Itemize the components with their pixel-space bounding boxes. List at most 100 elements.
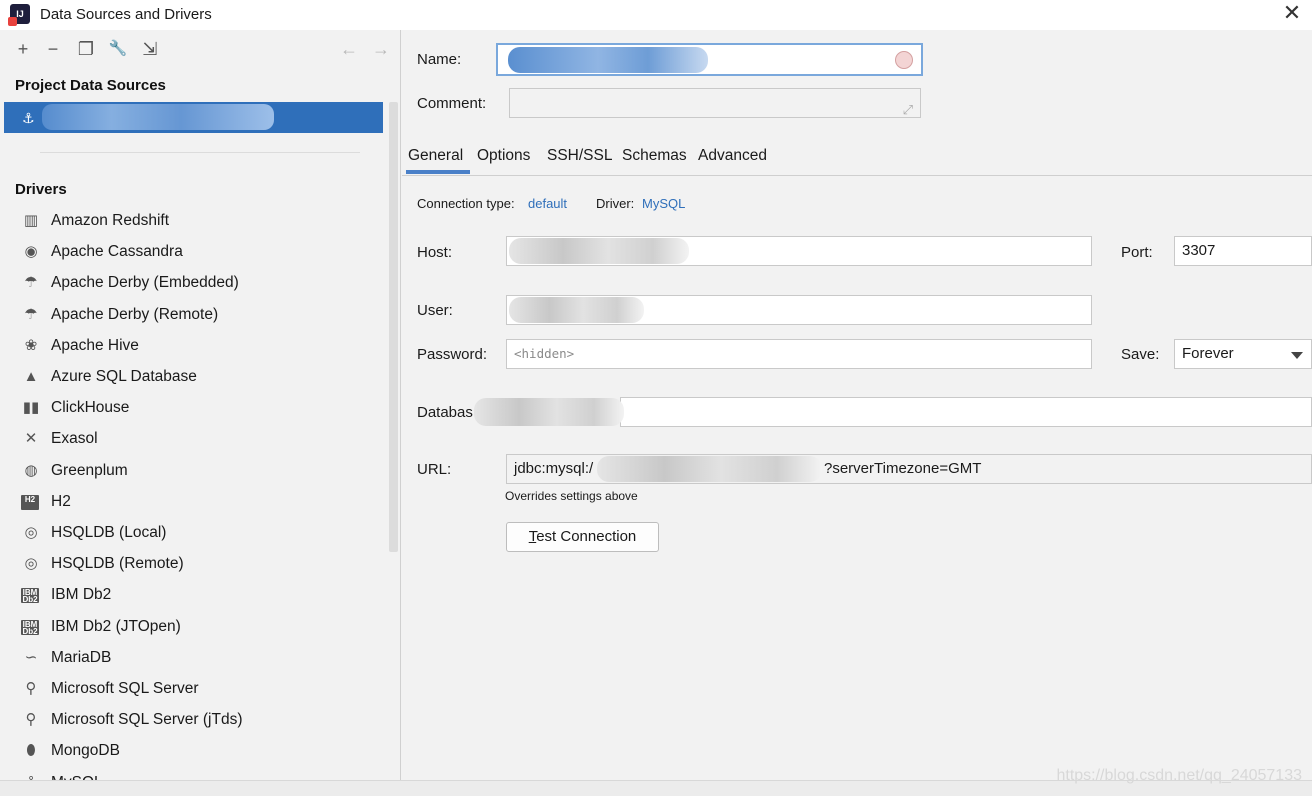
chevron-down-icon <box>1291 352 1303 359</box>
exasol-icon: ✕ <box>24 430 38 448</box>
tab-general[interactable]: General <box>408 147 463 165</box>
azure-icon: ▲ <box>23 368 39 385</box>
driver-item[interactable]: H2 H2 <box>0 487 385 518</box>
database-field[interactable] <box>620 397 1312 427</box>
test-connection-button[interactable]: Test Connection <box>506 522 659 552</box>
url-hint: Overrides settings above <box>505 489 638 503</box>
url-suffix: ?serverTimezone=GMT <box>824 460 982 477</box>
driver-label: Apache Hive <box>51 336 139 354</box>
amazon-redshift-icon: ▥ <box>23 212 39 229</box>
expand-icon[interactable]: ⤢ <box>903 96 913 124</box>
connection-type-label: Connection type: <box>417 196 515 211</box>
driver-item[interactable]: ⬮ MongoDB <box>0 736 385 767</box>
color-picker-dot[interactable] <box>895 51 913 69</box>
hive-icon: ❀ <box>24 336 38 354</box>
add-icon[interactable]: + <box>12 38 34 60</box>
driver-item[interactable]: ☂ Apache Derby (Remote) <box>0 300 385 331</box>
name-label: Name: <box>417 51 462 68</box>
wrench-icon[interactable]: 🔧 <box>107 38 129 60</box>
driver-item[interactable]: ⚲ Microsoft SQL Server (jTds) <box>0 705 385 736</box>
driver-item[interactable]: ✕ Exasol <box>0 424 385 455</box>
watermark-text: https://blog.csdn.net/qq_24057133 <box>1056 767 1302 784</box>
url-label: URL: <box>417 461 452 478</box>
data-sources-sidebar: + − ❐ 🔧 ⇲ ← → Project Data Sources ⚓ Dri… <box>0 30 401 780</box>
driver-item[interactable]: IBM Db2 IBM Db2 <box>0 580 385 611</box>
import-icon[interactable]: ⇲ <box>139 38 161 60</box>
database-label: Databas <box>417 404 473 421</box>
back-arrow-icon[interactable]: ← <box>338 38 360 60</box>
driver-label: Exasol <box>51 430 98 448</box>
host-field[interactable] <box>506 236 1092 266</box>
driver-label: IBM Db2 (JTOpen) <box>51 617 181 635</box>
driver-item[interactable]: ▮▮ ClickHouse <box>0 393 385 424</box>
comment-field[interactable]: ⤢ <box>509 88 921 118</box>
driver-item[interactable]: ◎ HSQLDB (Remote) <box>0 549 385 580</box>
drivers-heading: Drivers <box>15 181 67 198</box>
redacted-user-value <box>509 297 644 323</box>
tab-advanced[interactable]: Advanced <box>698 147 767 165</box>
password-field[interactable]: <hidden> <box>506 339 1092 369</box>
cassandra-icon: ◉ <box>24 243 38 261</box>
close-icon[interactable]: ✕ <box>1280 2 1304 26</box>
comment-label: Comment: <box>417 95 487 112</box>
driver-label: Apache Derby (Remote) <box>51 305 219 323</box>
driver-label: Microsoft SQL Server (jTds) <box>51 711 243 729</box>
driver-label: Azure SQL Database <box>51 368 197 385</box>
driver-item[interactable]: ⚲ Microsoft SQL Server <box>0 674 385 705</box>
driver-item[interactable]: ❀ Apache Hive <box>0 331 385 362</box>
driver-item[interactable]: ◎ HSQLDB (Local) <box>0 518 385 549</box>
ibm-db2-icon: IBM Db2 <box>21 588 39 605</box>
port-field[interactable]: 3307 <box>1174 236 1312 266</box>
sidebar-scrollbar-thumb[interactable] <box>389 102 398 552</box>
driver-label: IBM Db2 <box>51 586 112 604</box>
test-button-label: est Connection <box>536 528 637 545</box>
driver-link[interactable]: MySQL <box>642 196 685 211</box>
tab-ssh-ssl[interactable]: SSH/SSL <box>547 147 612 165</box>
driver-item[interactable]: ▥ Amazon Redshift <box>0 206 385 237</box>
tab-schemas[interactable]: Schemas <box>622 147 687 165</box>
forward-arrow-icon[interactable]: → <box>370 38 392 60</box>
driver-label: Apache Cassandra <box>51 243 183 261</box>
save-dropdown[interactable]: Forever <box>1174 339 1312 369</box>
remove-icon[interactable]: − <box>42 38 64 60</box>
selected-data-source-item[interactable]: ⚓ <box>4 102 383 133</box>
url-field[interactable]: jdbc:mysql:/ ?serverTimezone=GMT <box>506 454 1312 484</box>
driver-label: HSQLDB (Local) <box>51 524 167 541</box>
driver-item[interactable]: ◍ Greenplum <box>0 456 385 487</box>
redacted-url-host <box>597 456 822 482</box>
connection-type-link[interactable]: default <box>528 196 567 211</box>
hsqldb-icon: ◎ <box>24 555 38 573</box>
driver-item[interactable]: ▲ Azure SQL Database <box>0 362 385 393</box>
mssql-icon: ⚲ <box>25 680 37 697</box>
mariadb-icon: ∽ <box>24 648 38 666</box>
url-prefix: jdbc:mysql:/ <box>514 460 594 477</box>
mysql-dolphin-icon: ⚓ <box>22 110 35 126</box>
mongodb-icon: ⬮ <box>26 742 36 760</box>
data-source-details: Name: Comment: ⤢ General Options SSH/SSL… <box>402 30 1312 780</box>
driver-label: MongoDB <box>51 742 120 760</box>
user-field[interactable] <box>506 295 1092 325</box>
project-data-sources-heading: Project Data Sources <box>15 77 166 94</box>
sidebar-toolbar: + − ❐ 🔧 ⇲ ← → <box>0 30 400 70</box>
duplicate-icon[interactable]: ❐ <box>75 38 97 60</box>
hsqldb-icon: ◎ <box>24 524 38 541</box>
name-field[interactable] <box>496 43 923 76</box>
tab-options[interactable]: Options <box>477 147 530 165</box>
driver-item[interactable]: ⚓MySQL <box>0 768 385 780</box>
driver-item[interactable]: IBM Db2 IBM Db2 (JTOpen) <box>0 612 385 643</box>
redacted-data-source-name <box>42 104 274 130</box>
driver-item[interactable]: ◉ Apache Cassandra <box>0 237 385 268</box>
save-label: Save: <box>1121 346 1160 363</box>
user-label: User: <box>417 302 453 319</box>
password-label: Password: <box>417 346 488 363</box>
password-placeholder: <hidden> <box>514 346 575 361</box>
driver-label: Microsoft SQL Server <box>51 680 199 697</box>
host-label: Host: <box>417 244 453 261</box>
driver-label: Greenplum <box>51 461 128 479</box>
clickhouse-icon: ▮▮ <box>22 399 40 417</box>
title-bar: IJ Data Sources and Drivers ✕ <box>0 0 1312 30</box>
derby-icon: ☂ <box>24 305 38 323</box>
driver-label: Driver: <box>596 196 635 211</box>
driver-item[interactable]: ☂ Apache Derby (Embedded) <box>0 268 385 299</box>
driver-item[interactable]: ∽ MariaDB <box>0 643 385 674</box>
